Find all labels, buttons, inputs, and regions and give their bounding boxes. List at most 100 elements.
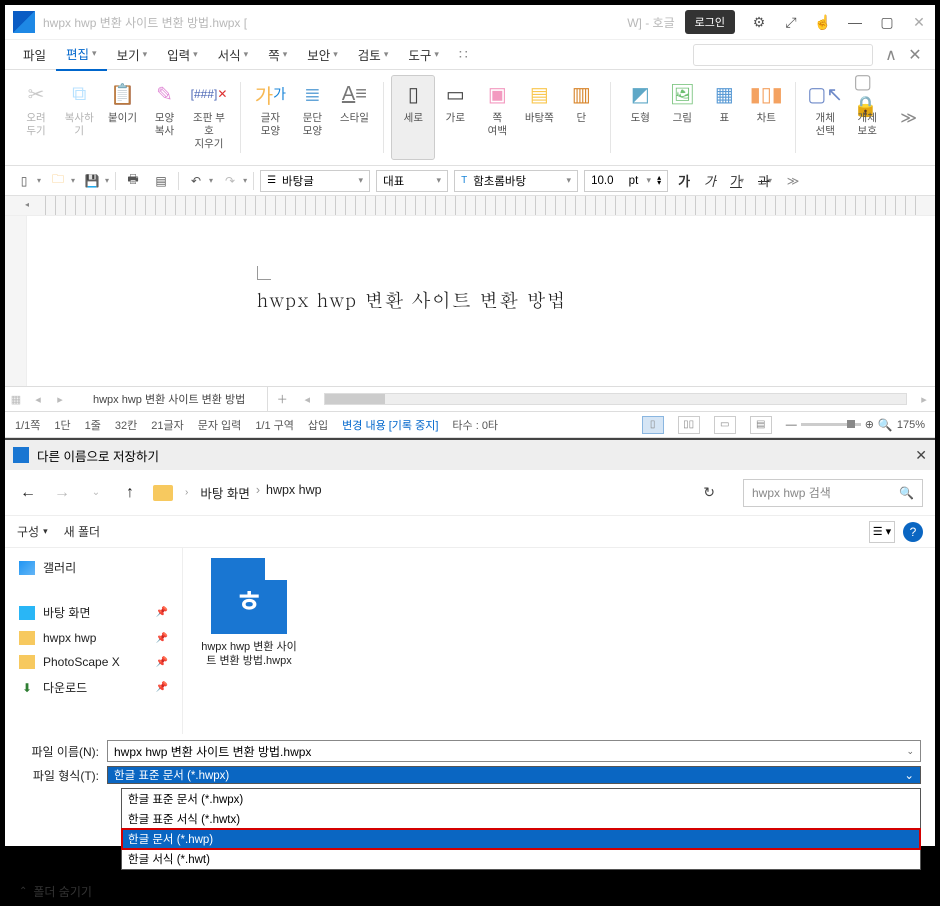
char-shape-button[interactable]: 가가글자 모양 bbox=[249, 76, 291, 159]
help-button[interactable]: ? bbox=[903, 522, 923, 542]
menu-view[interactable]: 보기▾ bbox=[107, 39, 158, 70]
document-text[interactable]: hwpx hwp 변환 사이트 변환 방법 bbox=[257, 286, 935, 313]
file-item[interactable]: ㅎ hwpx hwp 변환 사이트 변환 방법.hwpx bbox=[199, 558, 299, 669]
nav-up-button[interactable]: ↑ bbox=[119, 484, 141, 502]
dialog-close-button[interactable]: ✕ bbox=[915, 447, 927, 464]
view-mode-button[interactable]: ☰ ▾ bbox=[869, 521, 895, 543]
new-folder-button[interactable]: 새 폴더 bbox=[64, 523, 100, 540]
style-button[interactable]: A≡스타일 bbox=[333, 76, 375, 159]
breadcrumb[interactable]: 바탕 화면›hwpx hwp bbox=[200, 483, 321, 502]
print-button[interactable]: 🖶 bbox=[122, 170, 144, 192]
tab-scroll-left-icon[interactable]: ◂ bbox=[296, 393, 318, 406]
filename-input[interactable]: hwpx hwp 변환 사이트 변환 방법.hwpx⌄ bbox=[107, 740, 921, 762]
file-list[interactable]: ㅎ hwpx hwp 변환 사이트 변환 방법.hwpx bbox=[183, 548, 935, 734]
tab-prev-icon[interactable]: ◂ bbox=[27, 393, 49, 406]
nav-history-button[interactable]: ⌄ bbox=[85, 487, 107, 498]
save-button[interactable]: 💾 bbox=[81, 170, 103, 192]
nav-forward-button[interactable]: → bbox=[51, 484, 73, 502]
ruler-vertical[interactable] bbox=[5, 216, 27, 386]
menu-format[interactable]: 서식▾ bbox=[208, 39, 259, 70]
ft-option-hwp[interactable]: 한글 문서 (*.hwp) bbox=[122, 829, 920, 849]
sidebar-downloads[interactable]: ⬇다운로드📌 bbox=[5, 674, 182, 701]
hscrollbar[interactable] bbox=[318, 393, 913, 405]
nav-back-button[interactable]: ← bbox=[17, 484, 39, 502]
menu-edit[interactable]: 편집▾ bbox=[56, 38, 107, 71]
zoom-out-button[interactable]: — bbox=[786, 419, 797, 431]
font-select[interactable]: T함초롬바탕▾ bbox=[454, 170, 578, 192]
refresh-button[interactable]: ↻ bbox=[703, 484, 715, 501]
zoom-value[interactable]: 175% bbox=[897, 419, 925, 431]
minimize-icon[interactable]: — bbox=[845, 12, 865, 32]
view-mode-4[interactable]: ▤ bbox=[750, 416, 772, 434]
menu-close-icon[interactable]: ✕ bbox=[903, 45, 927, 65]
paste-button[interactable]: 📋붙이기 bbox=[102, 76, 144, 159]
ft-option-hwt[interactable]: 한글 서식 (*.hwt) bbox=[122, 849, 920, 869]
font-size-input[interactable]: 10.0 pt▾▴▾ bbox=[584, 170, 668, 192]
view-mode-2[interactable]: ▯▯ bbox=[678, 416, 700, 434]
table-button[interactable]: ▦표 bbox=[703, 76, 745, 159]
settings-icon[interactable]: ⚙ bbox=[749, 12, 769, 32]
login-button[interactable]: 로그인 bbox=[685, 10, 735, 34]
undo-button[interactable]: ↶ bbox=[185, 170, 207, 192]
erase-mark-button[interactable]: [###]✕조판 부호 지우기 bbox=[186, 76, 233, 159]
sidebar-desktop[interactable]: 바탕 화면📌 bbox=[5, 599, 182, 626]
picture-button[interactable]: 🖼그림 bbox=[661, 76, 703, 159]
maximize-icon[interactable]: ▢ bbox=[877, 12, 897, 32]
vertical-button[interactable]: ▯세로 bbox=[392, 76, 434, 159]
close-icon[interactable]: ✕ bbox=[909, 12, 929, 32]
zoom-in-button[interactable]: ⊕ bbox=[865, 418, 874, 431]
collapse-icon[interactable]: ⌃ bbox=[19, 886, 27, 897]
tab-home-icon[interactable]: ▦ bbox=[5, 393, 27, 406]
object-select-button[interactable]: ▢↖개체 선택 bbox=[804, 76, 846, 159]
pin-icon[interactable]: ☝ bbox=[813, 12, 833, 32]
ribbon-more-button[interactable]: ≫ bbox=[892, 76, 925, 159]
toolbar-more-button[interactable]: ≫ bbox=[782, 170, 804, 192]
menu-security[interactable]: 보안▾ bbox=[297, 39, 348, 70]
sidebar-photoscape[interactable]: PhotoScape X📌 bbox=[5, 650, 182, 674]
tab-add-button[interactable]: ＋ bbox=[268, 391, 296, 407]
redo-button[interactable]: ↷ bbox=[219, 170, 241, 192]
chart-button[interactable]: ▮▯▮차트 bbox=[745, 76, 787, 159]
underline-button[interactable]: 가▾ bbox=[726, 171, 748, 190]
tab-scroll-right-icon[interactable]: ▸ bbox=[913, 393, 935, 406]
menu-tools[interactable]: 도구▾ bbox=[398, 39, 449, 70]
column-button[interactable]: ▥단 bbox=[560, 76, 602, 159]
page-margin-button[interactable]: ▣쪽 여백 bbox=[476, 76, 518, 159]
organize-button[interactable]: 구성▾ bbox=[17, 523, 48, 540]
view-mode-3[interactable]: ▭ bbox=[714, 416, 736, 434]
menu-input[interactable]: 입력▾ bbox=[157, 39, 208, 70]
dialog-search-input[interactable]: hwpx hwp 검색🔍 bbox=[743, 479, 923, 507]
shape-copy-button[interactable]: ✎모양 복사 bbox=[144, 76, 186, 159]
sidebar-folder-hwpx[interactable]: hwpx hwp📌 bbox=[5, 626, 182, 650]
open-button[interactable]: 🗀 bbox=[47, 170, 69, 192]
para-style-select[interactable]: ☰바탕글▾ bbox=[260, 170, 370, 192]
new-doc-button[interactable]: ▯ bbox=[13, 170, 35, 192]
hide-folder-button[interactable]: 폴더 숨기기 bbox=[33, 883, 92, 900]
menu-overflow[interactable]: ∷ bbox=[449, 40, 478, 69]
expand-icon[interactable]: ⤢ bbox=[781, 12, 801, 32]
bold-button[interactable]: 가 bbox=[674, 171, 694, 190]
para-shape-button[interactable]: ≣문단 모양 bbox=[291, 76, 333, 159]
horizontal-button[interactable]: ▭가로 bbox=[434, 76, 476, 159]
status-recording[interactable]: 변경 내용 [기록 중지] bbox=[342, 417, 438, 433]
menu-review[interactable]: 검토▾ bbox=[348, 39, 399, 70]
ft-option-hwtx[interactable]: 한글 표준 서식 (*.hwtx) bbox=[122, 809, 920, 829]
background-page-button[interactable]: ▤바탕쪽 bbox=[518, 76, 560, 159]
menu-search-input[interactable] bbox=[693, 44, 873, 66]
tab-active[interactable]: hwpx hwp 변환 사이트 변환 방법 bbox=[71, 387, 268, 411]
page-surface[interactable]: hwpx hwp 변환 사이트 변환 방법 bbox=[27, 216, 935, 386]
menu-dropdown-icon[interactable]: ∧ bbox=[879, 45, 903, 65]
copy-button[interactable]: ⧉복사하기 bbox=[57, 76, 102, 159]
sidebar-gallery[interactable]: 갤러리 bbox=[5, 554, 182, 581]
object-protect-button[interactable]: ▢🔒개체 보호 bbox=[846, 76, 888, 159]
ft-option-hwpx[interactable]: 한글 표준 문서 (*.hwpx) bbox=[122, 789, 920, 809]
menu-page[interactable]: 쪽▾ bbox=[258, 39, 297, 70]
preview-button[interactable]: ▤ bbox=[150, 170, 172, 192]
italic-button[interactable]: 가 bbox=[700, 171, 720, 190]
strike-button[interactable]: 과▾ bbox=[754, 171, 776, 190]
tab-next-icon[interactable]: ▸ bbox=[49, 393, 71, 406]
menu-file[interactable]: 파일 bbox=[13, 39, 56, 70]
representative-select[interactable]: 대표▾ bbox=[376, 170, 448, 192]
shape-button[interactable]: ◩도형 bbox=[619, 76, 661, 159]
view-mode-1[interactable]: ▯ bbox=[642, 416, 664, 434]
